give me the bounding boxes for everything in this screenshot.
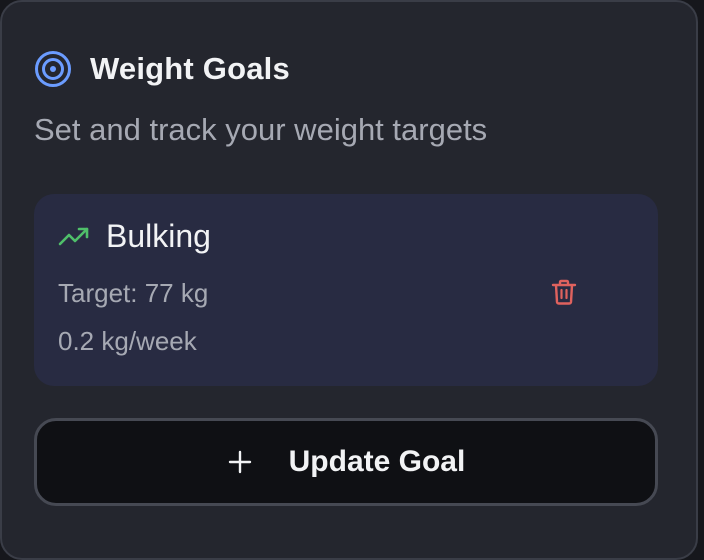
card-header: Weight Goals — [34, 50, 290, 88]
update-goal-label: Update Goal — [288, 445, 466, 478]
weight-goals-card: Weight Goals Set and track your weight t… — [0, 0, 698, 560]
goal-header: Bulking — [58, 218, 211, 255]
card-title: Weight Goals — [90, 51, 290, 86]
plus-icon — [228, 450, 251, 474]
target-icon — [35, 51, 71, 87]
update-goal-button[interactable]: Update Goal — [34, 418, 658, 506]
card-subtitle: Set and track your weight targets — [34, 112, 488, 147]
goal-rate: 0.2 kg/week — [58, 326, 197, 356]
goal-target: Target: 77 kg — [58, 278, 209, 308]
delete-goal-button[interactable] — [546, 274, 582, 310]
goal-item: Bulking Target: 77 kg 0.2 kg/week — [34, 194, 658, 386]
trash-icon — [551, 279, 577, 305]
goal-name: Bulking — [106, 218, 211, 254]
trending-up-icon — [58, 227, 89, 245]
